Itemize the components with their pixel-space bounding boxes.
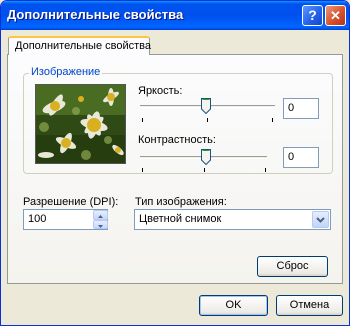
chevron-down-icon [316, 217, 325, 223]
reset-button[interactable]: Сброс [257, 256, 328, 277]
brightness-thumb[interactable] [201, 98, 211, 114]
resolution-value: 100 [28, 213, 47, 225]
contrast-ticks [142, 168, 266, 172]
help-icon: ? [308, 7, 317, 23]
close-button[interactable]: ✕ [325, 5, 346, 26]
image-type-select[interactable]: Цветной снимок [134, 209, 331, 230]
image-group-legend: Изображение [29, 66, 103, 78]
title-bar[interactable]: Дополнительные свойства ? ✕ [1, 1, 349, 30]
cancel-button[interactable]: Отмена [276, 295, 343, 316]
arrow-up-icon [98, 215, 103, 218]
brightness-ticks [142, 118, 273, 122]
help-button[interactable]: ? [302, 5, 323, 26]
resolution-down-button[interactable] [93, 220, 108, 229]
contrast-input[interactable]: 0 [283, 147, 319, 168]
close-icon: ✕ [330, 8, 341, 23]
brightness-label: Яркость: [138, 85, 183, 97]
image-preview [35, 84, 126, 164]
image-type-value: Цветной снимок [139, 213, 222, 225]
brightness-input[interactable]: 0 [283, 98, 319, 119]
window-title: Дополнительные свойства [7, 7, 184, 22]
brightness-value: 0 [288, 102, 295, 114]
contrast-value: 0 [288, 151, 295, 163]
ok-button-label: OK [225, 299, 242, 311]
image-type-dropdown-button[interactable] [312, 211, 329, 228]
tab-advanced-properties[interactable]: Дополнительные свойства [8, 36, 151, 55]
contrast-label: Контрастность: [138, 134, 216, 146]
arrow-down-icon [98, 225, 103, 228]
ok-button[interactable]: OK [199, 295, 268, 316]
tab-label: Дополнительные свойства [15, 40, 151, 52]
resolution-up-button[interactable] [93, 210, 108, 220]
dialog-window: Дополнительные свойства ? ✕ Дополнительн… [0, 0, 350, 326]
cancel-button-label: Отмена [289, 299, 330, 311]
contrast-thumb[interactable] [201, 149, 211, 165]
reset-button-label: Сброс [276, 260, 309, 272]
image-type-label: Тип изображения: [135, 196, 227, 208]
resolution-label: Разрешение (DPI): [23, 196, 119, 208]
